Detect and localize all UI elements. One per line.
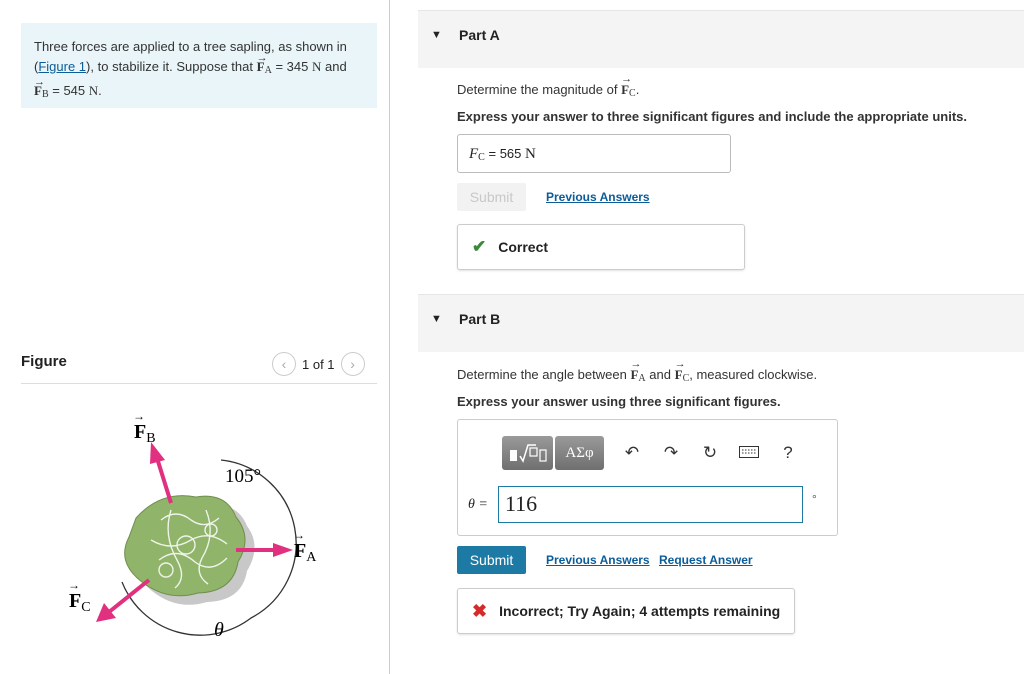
figure-divider [21,383,377,384]
pane-divider [389,0,390,674]
part-b-question: Determine the angle between FA and FC, m… [457,358,817,384]
force-b-symbol: FB [34,72,49,105]
part-b-answer-editor: ΑΣφ ↶ ↷ ↻ ? θ = 116 ° [457,419,838,536]
part-a-feedback: ✔ Correct [457,224,745,270]
force-a-arrowhead [273,543,293,557]
angle-105-label: 105° [225,466,261,487]
part-b-instruction: Express your answer using three signific… [457,394,781,409]
math-toolbar: ΑΣφ ↶ ↷ ↻ ? [502,436,799,470]
force-c-arrow [107,578,151,614]
chevron-right-icon[interactable]: › [340,352,365,376]
force-c-arrowhead [96,603,116,622]
figure-title: Figure [21,353,67,370]
part-b-previous-answers-link[interactable]: Previous Answers [546,553,650,567]
part-a-instruction: Express your answer to three significant… [457,109,967,124]
figure-page-count: 1 of 1 [302,356,335,372]
figure-link[interactable]: Figure 1 [38,59,86,74]
reset-icon[interactable]: ↻ [699,443,721,463]
degree-unit: ° [812,492,817,506]
force-b-arrow [155,457,173,504]
label-fc: FC [69,590,91,615]
undo-icon[interactable]: ↶ [621,443,643,463]
redo-icon[interactable]: ↷ [660,443,682,463]
figure-pagination: ‹ 1 of 1 › [272,352,365,376]
x-mark-icon: ✖ [472,600,488,621]
force-diagram: FB → FA → FC → 105° θ [68,409,317,641]
label-fb: FB [134,421,156,446]
greek-symbols-button[interactable]: ΑΣφ [555,436,604,470]
request-answer-link[interactable]: Request Answer [659,553,753,567]
caret-down-icon[interactable]: ▼ [431,29,442,41]
keyboard-shape [739,446,759,458]
angle-answer-input[interactable]: 116 [498,486,803,523]
keyboard-icon[interactable] [738,443,760,463]
templates-button[interactable] [502,436,553,470]
part-a-question: Determine the magnitude of FC. [457,73,639,99]
vec-arrow-fc: → [68,578,80,592]
templates-icon [509,444,547,463]
chevron-left-icon[interactable]: ‹ [272,352,296,376]
part-a-submit-button[interactable]: Submit [457,183,526,211]
force-a-symbol: FA [257,48,272,81]
vec-arrow-fb: → [133,409,145,423]
problem-statement: Three forces are applied to a tree sapli… [21,23,377,108]
part-a-answer-field: FC = 565 N [457,134,731,173]
caret-down-icon[interactable]: ▼ [431,313,442,325]
part-b-submit-button[interactable]: Submit [457,546,526,574]
checkmark-icon: ✔ [472,237,487,256]
part-b-header[interactable]: ▼ Part B [418,294,1024,352]
vec-arrow-fa: → [293,528,305,542]
theta-label: θ [214,619,224,641]
part-a-header[interactable]: ▼ Part A [418,10,1024,68]
help-icon[interactable]: ? [777,443,799,463]
part-a-previous-answers-link[interactable]: Previous Answers [546,190,650,204]
part-b-feedback: ✖ Incorrect; Try Again; 4 attempts remai… [457,588,795,634]
label-fa: FA [294,540,317,565]
bush [124,495,246,597]
theta-input-label: θ = [468,497,488,512]
